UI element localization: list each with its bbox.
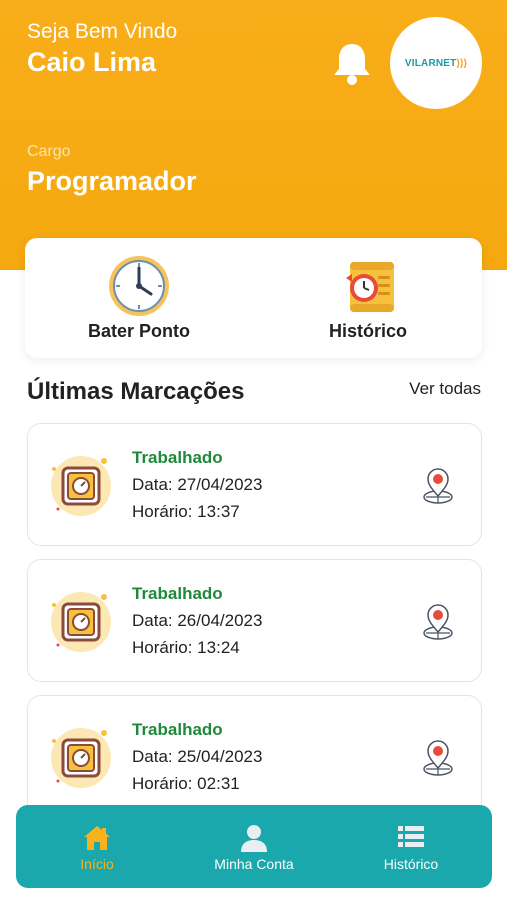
entry-status: Trabalhado (132, 720, 223, 739)
entry-time: Horário: 13:24 (132, 638, 240, 657)
header: Seja Bem Vindo Caio Lima Cargo Programad… (0, 0, 507, 270)
user-name: Caio Lima (27, 47, 157, 77)
bottom-navigation: Início Minha Conta Histórico (16, 805, 492, 888)
history-button[interactable]: Histórico (254, 238, 482, 358)
recent-entries-title: Últimas Marcações (27, 378, 245, 405)
time-entry-card[interactable]: Trabalhado Data: 26/04/2023 Horário: 13:… (27, 559, 482, 682)
time-entry-card[interactable]: Trabalhado Data: 25/04/2023 Horário: 02:… (27, 695, 482, 818)
user-icon (241, 825, 267, 852)
list-icon (398, 826, 424, 847)
clock-in-label: Bater Ponto (87, 321, 190, 341)
role-label: Cargo (27, 143, 71, 160)
entry-time: Horário: 13:37 (132, 502, 240, 521)
entry-status: Trabalhado (132, 584, 223, 603)
entry-date: Data: 26/04/2023 (132, 611, 263, 630)
time-clock-badge-icon (51, 728, 111, 788)
clock-icon (109, 256, 169, 316)
company-logo: VILARNET))) (390, 17, 482, 109)
entry-date: Data: 25/04/2023 (132, 747, 263, 766)
time-clock-badge-icon (51, 592, 111, 652)
location-pin-icon[interactable] (420, 738, 456, 778)
nav-home-label: Início (80, 856, 114, 872)
time-clock-badge-icon (51, 456, 111, 516)
history-scroll-icon (346, 262, 394, 312)
quick-actions-card: Bater Ponto Histórico (25, 238, 482, 358)
entry-date: Data: 27/04/2023 (132, 475, 263, 494)
clock-in-button[interactable]: Bater Ponto (25, 238, 253, 358)
entry-status: Trabalhado (132, 448, 223, 467)
welcome-text: Seja Bem Vindo (27, 20, 178, 43)
see-all-link[interactable]: Ver todas (409, 379, 481, 399)
bell-icon[interactable] (330, 40, 374, 86)
nav-my-account-label: Minha Conta (214, 856, 294, 872)
location-pin-icon[interactable] (420, 602, 456, 642)
logo-text: VILARNET))) (404, 57, 468, 69)
nav-my-account[interactable]: Minha Conta (175, 805, 333, 888)
history-label: Histórico (328, 321, 407, 341)
location-pin-icon[interactable] (420, 466, 456, 506)
time-entry-card[interactable]: Trabalhado Data: 27/04/2023 Horário: 13:… (27, 423, 482, 546)
nav-history-label: Histórico (383, 856, 439, 872)
nav-history[interactable]: Histórico (332, 805, 490, 888)
home-icon (84, 826, 110, 850)
role-value: Programador (27, 166, 197, 196)
entry-time: Horário: 02:31 (132, 774, 240, 793)
nav-home[interactable]: Início (18, 805, 176, 888)
